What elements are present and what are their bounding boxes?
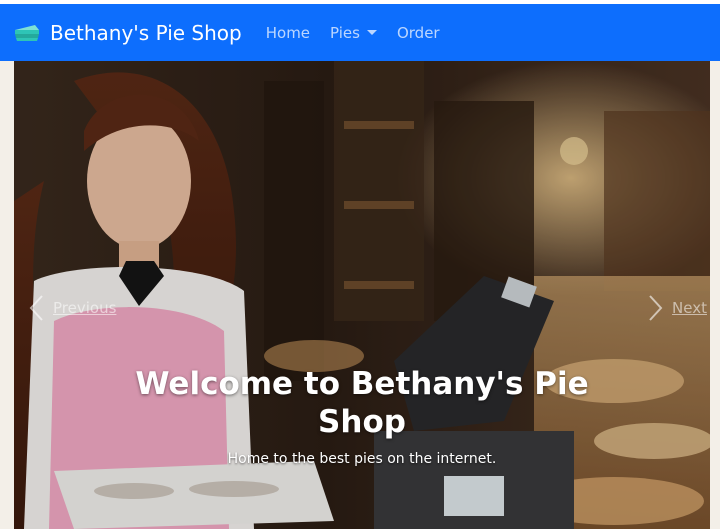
nav-order-link[interactable]: Order xyxy=(397,24,440,42)
hero-carousel: Previous Next Welcome to Bethany's Pie S… xyxy=(14,61,710,529)
chevron-right-icon xyxy=(649,295,663,321)
navbar: Bethany's Pie Shop Home Pies Order xyxy=(0,4,720,61)
carousel-prev-button[interactable]: Previous xyxy=(28,294,116,322)
nav-pies-label: Pies xyxy=(330,23,360,42)
nav-pies-dropdown[interactable]: Pies xyxy=(330,24,377,42)
brand-name: Bethany's Pie Shop xyxy=(50,20,242,45)
carousel-next-label: Next xyxy=(672,299,707,317)
caret-down-icon xyxy=(366,30,377,35)
nav-links: Home Pies Order xyxy=(266,24,460,42)
carousel-prev-label: Previous xyxy=(53,299,117,317)
pie-slice-icon xyxy=(15,24,39,41)
carousel-caption: Welcome to Bethany's Pie Shop Home to th… xyxy=(14,365,710,467)
navbar-brand[interactable]: Bethany's Pie Shop xyxy=(13,21,242,45)
caption-title: Welcome to Bethany's Pie Shop xyxy=(135,366,589,440)
nav-home-link[interactable]: Home xyxy=(266,24,310,42)
caption-text: Home to the best pies on the internet. xyxy=(227,451,497,467)
carousel-next-button[interactable]: Next xyxy=(648,294,707,322)
chevron-left-icon xyxy=(29,295,43,321)
